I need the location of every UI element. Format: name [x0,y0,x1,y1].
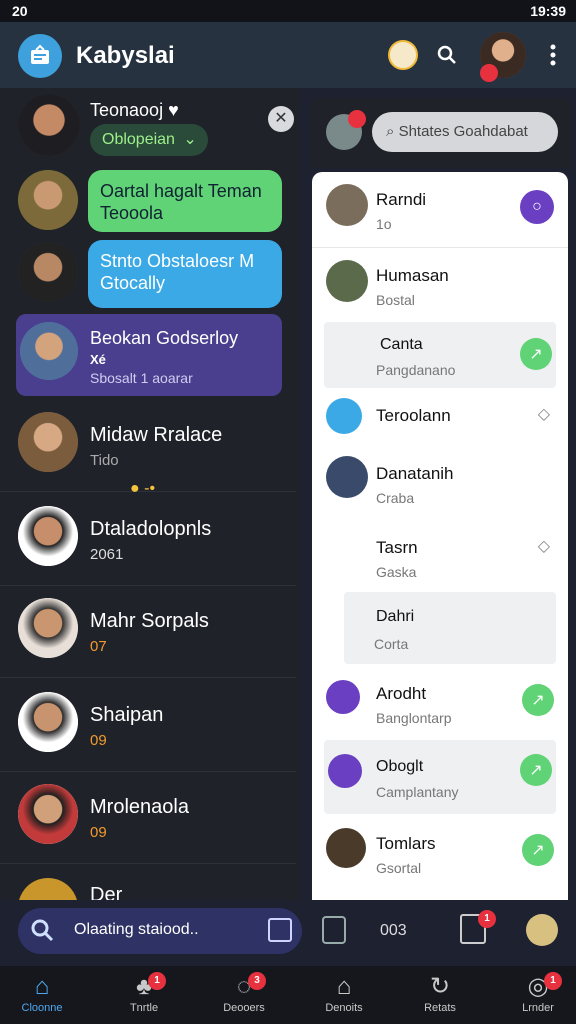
contact-avatar [326,260,368,302]
contact-row[interactable]: Teroolann ◇ [312,394,568,450]
search-icon[interactable] [430,38,464,72]
app-bar: Kabyslai [0,22,576,88]
counter-text: 003 [380,922,407,939]
right-panel-header: ⌕ Shtates Goahdabat [310,98,572,168]
status-time-right: 19:39 [530,3,566,19]
contact-avatar [326,456,368,498]
call-icon[interactable]: ↗ [520,338,552,370]
status-bar: 20 19:39 [0,0,576,22]
contact-search-input[interactable]: ⌕ Shtates Goahdabat [372,112,558,152]
chat-row[interactable]: Midaw Rralace Tido [0,402,296,492]
chat-avatar [18,598,78,658]
bubble3-avatar [20,322,78,380]
close-icon[interactable]: ✕ [268,106,294,132]
contact-row[interactable]: Humasan Bostal [312,248,568,324]
call-icon[interactable]: ↗ [520,754,552,786]
contact-row[interactable]: Arodht Banglontarp ↗ [312,672,568,738]
bubble1-avatar[interactable] [18,170,78,230]
contact-row[interactable]: Danatanih Craba [312,452,568,516]
contact-avatar [326,828,366,868]
chat-list-panel: Teonaooj ♥ Oblopeian ⌄ ✕ Oartal hagalt T… [0,88,300,900]
app-logo-icon[interactable] [18,34,62,78]
contact-row[interactable]: Rarndi 1o ○ [312,172,568,248]
call-icon[interactable]: ↗ [522,684,554,716]
contact-row[interactable]: Tasrn Gaska ◇ [312,522,568,588]
heart-icon: ♥ [168,100,179,120]
pinned-name: Teonaooj ♥ [90,100,179,120]
house-icon: ⌂ [336,973,352,1000]
chat-avatar [18,506,78,566]
nav-home[interactable]: ⌂ Cloonne [2,972,82,1014]
chat-row[interactable]: Dtaladolopnls 2061 [0,496,296,586]
search-icon: ⌕ [386,123,395,140]
pinned-avatar[interactable] [18,94,80,156]
contact-avatar [326,398,362,434]
contact-avatar [326,680,360,714]
contacts-panel: Rarndi 1o ○ Humasan Bostal Canta Pangdan… [312,172,568,900]
nav-item-3[interactable]: ◌ Deooers 3 [204,972,284,1014]
tag-icon[interactable]: ◇ [538,404,550,424]
chat-row[interactable]: Shaipan 09 [0,682,296,772]
chat-avatar [18,412,78,472]
chat-row[interactable]: Der [0,868,296,900]
profile-icon: ◎ [527,973,549,1000]
bubble-blue[interactable]: Stnto Obstaloesr M Gtocally [88,240,282,308]
profile-badge [480,64,498,82]
mini-avatar[interactable] [526,914,558,946]
chat-avatar [18,784,78,844]
bottom-search-bar[interactable]: Olaating staiood.. [18,908,302,954]
chevron-down-icon: ⌄ [183,131,197,148]
nav-item-2[interactable]: ♣ Tnrtle 1 [104,972,184,1014]
call-icon[interactable]: ↗ [522,834,554,866]
note-icon[interactable] [322,916,346,944]
contact-avatar [328,754,362,788]
bubble-green[interactable]: Oartal hagalt Teman Teooola [88,170,282,232]
chat-avatar [18,878,78,900]
search-icon [30,918,54,947]
status-icon[interactable]: ○ [520,190,554,224]
contact-avatar [326,184,368,226]
contact-row[interactable]: Tomlars Gsortal ↗ [312,822,568,892]
chat-avatar [18,692,78,752]
refresh-icon: ↻ [429,973,451,1000]
status-time-left: 20 [12,3,28,19]
tag-icon[interactable]: ◇ [538,536,550,556]
app-title: Kabyslai [76,42,175,69]
bubble-purple[interactable]: Beokan Godserloy Xé Sbosalt 1 aoarar [16,314,282,396]
chat-icon: ◌ [236,973,252,1000]
contact-card[interactable]: Oboglt Camplantany ↗ [324,740,556,814]
bottom-navigation: ⌂ Cloonne ♣ Tnrtle 1 ◌ Deooers 3 ⌂ Denoi… [0,966,576,1024]
bell-icon: ♣ [136,973,152,1000]
calendar-icon[interactable] [268,918,292,942]
pinned-dropdown[interactable]: Oblopeian ⌄ [90,124,208,156]
nav-item-5[interactable]: ↻ Retats [400,972,480,1014]
mascot-icon[interactable] [386,38,420,72]
bubble2-avatar[interactable] [18,242,78,302]
home-icon: ⌂ [34,973,50,1000]
document-badge: 1 [478,910,496,928]
chat-row[interactable]: Mahr Sorpals 07 [0,588,296,678]
contact-card[interactable]: Dahri Corta [344,592,556,664]
contact-card[interactable]: Canta Pangdanano ↗ [324,322,556,388]
more-menu-icon[interactable] [536,38,570,72]
group-badge [348,110,366,128]
nav-item-6[interactable]: ◎ Lrnder 1 [498,972,576,1014]
nav-item-4[interactable]: ⌂ Denoits [304,972,384,1014]
chat-row[interactable]: Mrolenaola 09 [0,774,296,864]
